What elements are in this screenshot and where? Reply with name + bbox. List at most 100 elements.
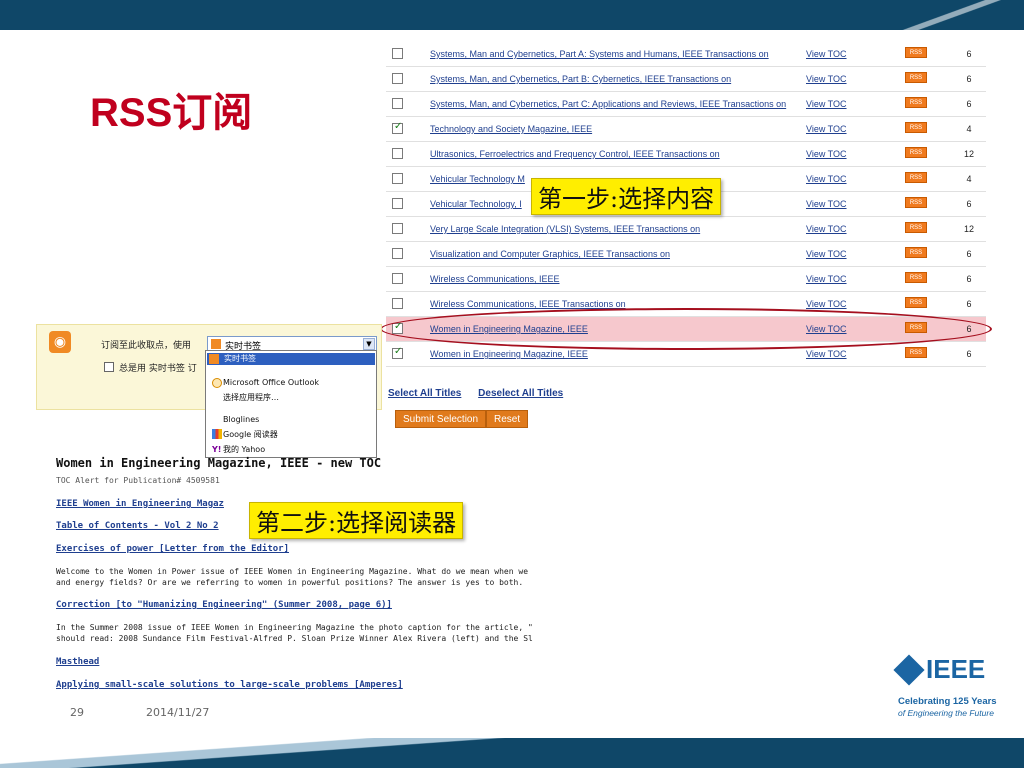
publication-title-link[interactable]: Systems, Man, and Cybernetics, Part C: A… (430, 99, 786, 109)
reader-option-google[interactable]: Google 阅读器 (210, 429, 278, 440)
email-text: and energy fields? Or are we referring t… (56, 578, 524, 587)
view-toc-link[interactable]: View TOC (806, 199, 847, 209)
email-heading: Women in Engineering Magazine, IEEE - ne… (56, 456, 382, 470)
rss-button[interactable]: RSS (905, 47, 927, 58)
publication-title-link[interactable]: Visualization and Computer Graphics, IEE… (430, 249, 670, 259)
ieee-wordmark: IEEE (926, 654, 986, 684)
toc-row: Systems, Man and Cybernetics, Part A: Sy… (386, 42, 986, 67)
toc-row: Ultrasonics, Ferroelectrics and Frequenc… (386, 142, 986, 167)
rss-button[interactable]: RSS (905, 197, 927, 208)
rss-feed-icon: ◉ (49, 331, 71, 353)
publication-title-link[interactable]: Wireless Communications, IEEE Transactio… (430, 299, 626, 309)
toc-row: Systems, Man, and Cybernetics, Part B: C… (386, 67, 986, 92)
email-link-masthead[interactable]: Masthead (56, 657, 99, 667)
step1-callout: 第一步:选择内容 (531, 178, 722, 215)
toc-row: Systems, Man, and Cybernetics, Part C: A… (386, 92, 986, 117)
publication-title-link[interactable]: Very Large Scale Integration (VLSI) Syst… (430, 224, 700, 234)
rss-button[interactable]: RSS (905, 222, 927, 233)
view-toc-link[interactable]: View TOC (806, 49, 847, 59)
view-toc-link[interactable]: View TOC (806, 174, 847, 184)
publication-title-link[interactable]: Wireless Communications, IEEE (430, 274, 560, 284)
view-toc-link[interactable]: View TOC (806, 149, 847, 159)
row-checkbox[interactable] (392, 223, 403, 234)
row-checkbox[interactable] (392, 98, 403, 109)
rss-button[interactable]: RSS (905, 147, 927, 158)
slide-title: RSS订阅 (90, 91, 253, 135)
reader-option-choose-app[interactable]: 选择应用程序… (210, 392, 279, 403)
row-checkbox[interactable] (392, 121, 403, 134)
view-toc-link[interactable]: View TOC (806, 349, 847, 359)
rss-button[interactable]: RSS (905, 272, 927, 283)
toc-alert-email: Women in Engineering Magazine, IEEE - ne… (56, 456, 581, 696)
reset-button[interactable]: Reset (486, 410, 529, 428)
subscribe-label: 订阅至此收取点，使用 (101, 341, 192, 351)
email-text: Welcome to the Women in Power issue of I… (56, 567, 529, 576)
row-checkbox[interactable] (392, 273, 403, 284)
email-alert-line: TOC Alert for Publication# 4509581 (56, 476, 220, 485)
option-label: Microsoft Office Outlook (223, 378, 319, 387)
row-checkbox[interactable] (392, 248, 403, 259)
email-link-exercises[interactable]: Exercises of power [Letter from the Edit… (56, 544, 289, 554)
issue-count: 6 (966, 199, 972, 209)
google-icon (212, 429, 222, 439)
publication-title-link[interactable]: Systems, Man, and Cybernetics, Part B: C… (430, 74, 731, 84)
row-checkbox[interactable] (392, 148, 403, 159)
row-checkbox[interactable] (392, 298, 403, 309)
toc-row: Visualization and Computer Graphics, IEE… (386, 242, 986, 267)
publication-title-link[interactable]: Technology and Society Magazine, IEEE (430, 124, 592, 134)
issue-count: 6 (966, 99, 972, 109)
view-toc-link[interactable]: View TOC (806, 299, 847, 309)
reader-option-bloglines[interactable]: Bloglines (210, 415, 259, 424)
issue-count: 6 (966, 299, 972, 309)
rss-button[interactable]: RSS (905, 172, 927, 183)
row-checkbox[interactable] (392, 198, 403, 209)
reader-option-outlook[interactable]: Microsoft Office Outlook (210, 378, 319, 388)
row-checkbox[interactable] (392, 173, 403, 184)
rss-button[interactable]: RSS (905, 97, 927, 108)
rss-button[interactable]: RSS (905, 72, 927, 83)
email-link-applying[interactable]: Applying small-scale solutions to large-… (56, 680, 403, 690)
row-checkbox[interactable] (392, 73, 403, 84)
select-all-link[interactable]: Select All Titles (388, 388, 461, 399)
rss-button[interactable]: RSS (905, 297, 927, 308)
email-link-correction[interactable]: Correction [to "Humanizing Engineering" … (56, 600, 392, 610)
row-checkbox[interactable] (392, 48, 403, 59)
view-toc-link[interactable]: View TOC (806, 74, 847, 84)
publication-title-link[interactable]: Ultrasonics, Ferroelectrics and Frequenc… (430, 149, 720, 159)
issue-count: 6 (966, 274, 972, 284)
issue-count: 6 (966, 349, 972, 359)
view-toc-link[interactable]: View TOC (806, 99, 847, 109)
publication-title-link[interactable]: Vehicular Technology, I (430, 199, 522, 209)
view-toc-link[interactable]: View TOC (806, 274, 847, 284)
deselect-all-link[interactable]: Deselect All Titles (478, 388, 563, 399)
publication-title-link[interactable]: Women in Engineering Magazine, IEEE (430, 349, 588, 359)
top-band (0, 0, 1024, 30)
email-text: In the Summer 2008 issue of IEEE Women i… (56, 623, 533, 632)
view-toc-link[interactable]: View TOC (806, 124, 847, 134)
email-link-magazine[interactable]: IEEE Women in Engineering Magaz (56, 499, 224, 509)
rss-button[interactable]: RSS (905, 247, 927, 258)
submit-selection-button[interactable]: Submit Selection (395, 410, 487, 428)
view-toc-link[interactable]: View TOC (806, 249, 847, 259)
reader-option-yahoo[interactable]: Y! 我的 Yahoo (210, 444, 265, 455)
chevron-down-icon[interactable]: ▼ (363, 338, 375, 350)
publication-title-link[interactable]: Systems, Man and Cybernetics, Part A: Sy… (430, 49, 769, 59)
publication-title-link[interactable]: Vehicular Technology M (430, 174, 525, 184)
reader-option-live-bookmarks[interactable]: 实时书签 (207, 353, 375, 365)
rss-button[interactable]: RSS (905, 347, 927, 358)
issue-count: 12 (963, 224, 974, 234)
always-use-checkbox[interactable] (104, 362, 114, 372)
view-toc-link[interactable]: View TOC (806, 224, 847, 234)
row-checkbox[interactable] (392, 346, 403, 359)
issue-count: 4 (966, 174, 972, 184)
issue-count: 6 (966, 49, 972, 59)
email-link-toc[interactable]: Table of Contents - Vol 2 No 2 (56, 521, 219, 531)
issue-count: 4 (966, 124, 972, 134)
bottom-band (0, 738, 1024, 768)
slide-date: 2014/11/27 (146, 706, 210, 719)
issue-count: 6 (966, 74, 972, 84)
rss-button[interactable]: RSS (905, 122, 927, 133)
highlight-ellipse (380, 308, 992, 350)
always-use-label: 总是用 实时书签 订 (119, 364, 197, 374)
toc-row: Very Large Scale Integration (VLSI) Syst… (386, 217, 986, 242)
